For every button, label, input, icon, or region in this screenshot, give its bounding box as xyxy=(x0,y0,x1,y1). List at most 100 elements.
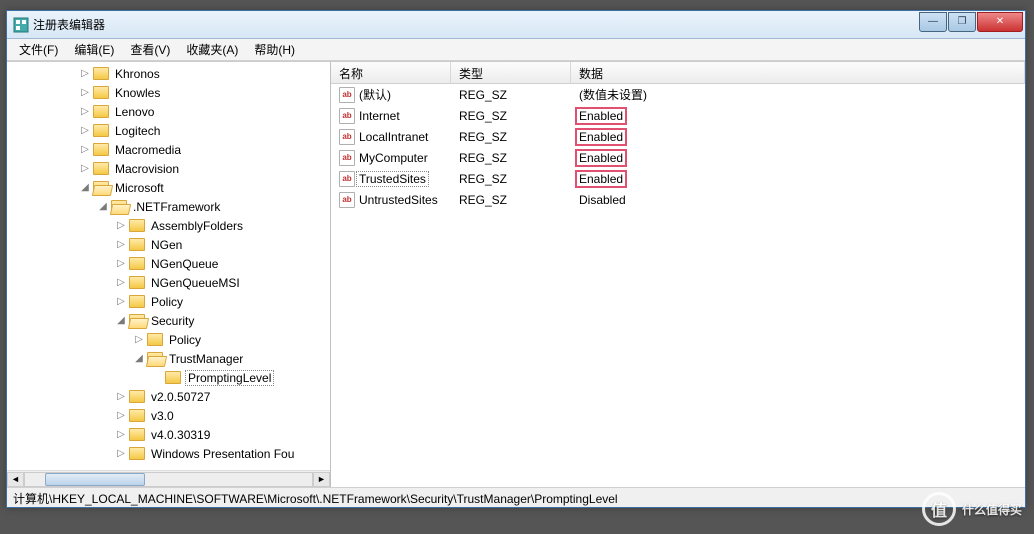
scroll-left-arrow[interactable]: ◄ xyxy=(7,472,24,487)
list-header: 名称 类型 数据 xyxy=(331,62,1025,84)
column-data[interactable]: 数据 xyxy=(571,62,1025,83)
value-row[interactable]: abUntrustedSitesREG_SZDisabled xyxy=(331,189,1025,210)
collapse-icon[interactable]: ◢ xyxy=(97,201,109,212)
tree-item[interactable]: ▷Lenovo xyxy=(7,102,330,121)
folder-icon xyxy=(147,352,163,365)
tree-item-label: NGenQueue xyxy=(149,257,220,271)
value-name-cell: ab LocalIntranet xyxy=(331,129,451,145)
value-row[interactable]: abLocalIntranetREG_SZEnabled xyxy=(331,126,1025,147)
string-value-icon: ab xyxy=(339,150,355,166)
expand-icon[interactable]: ▷ xyxy=(115,296,127,307)
maximize-button[interactable]: ❐ xyxy=(948,12,976,32)
folder-icon xyxy=(93,105,109,118)
values-pane[interactable]: 名称 类型 数据 ab(默认)REG_SZ(数值未设置)abInternetRE… xyxy=(331,62,1025,487)
folder-icon xyxy=(129,295,145,308)
value-name: TrustedSites xyxy=(356,171,429,187)
value-row[interactable]: abInternetREG_SZEnabled xyxy=(331,105,1025,126)
tree-item[interactable]: ▷ AssemblyFolders xyxy=(7,216,330,235)
string-value-icon: ab xyxy=(339,129,355,145)
tree-item[interactable]: ▷ Logitech xyxy=(7,121,330,140)
expand-icon[interactable]: ▷ xyxy=(115,258,127,269)
expand-icon[interactable]: ▷ xyxy=(79,144,91,155)
expand-icon[interactable]: ▷ xyxy=(79,163,91,174)
tree-pane[interactable]: ▷Khronos▷Knowles▷Lenovo▷Logitech▷Macrome… xyxy=(7,62,331,487)
tree-item[interactable]: PromptingLevel xyxy=(7,368,330,387)
value-row[interactable]: abMyComputerREG_SZEnabled xyxy=(331,147,1025,168)
tree-item-label: TrustManager xyxy=(167,352,245,366)
value-row[interactable]: abTrustedSitesREG_SZEnabled xyxy=(331,168,1025,189)
value-type: REG_SZ xyxy=(451,193,571,207)
tree-item[interactable]: ▷NGen xyxy=(7,235,330,254)
expand-icon[interactable]: ▷ xyxy=(79,87,91,98)
scroll-track[interactable] xyxy=(24,472,313,487)
column-name[interactable]: 名称 xyxy=(331,62,451,83)
menu-edit[interactable]: 编辑(E) xyxy=(66,39,122,60)
expand-icon[interactable]: ▷ xyxy=(115,429,127,440)
menu-help[interactable]: 帮助(H) xyxy=(246,39,303,60)
app-icon xyxy=(13,17,29,33)
tree-item[interactable]: ▷ NGenQueue xyxy=(7,254,330,273)
value-name-cell: abUntrustedSites xyxy=(331,192,451,208)
folder-icon xyxy=(129,276,145,289)
expand-icon[interactable]: ▷ xyxy=(79,106,91,117)
menu-view[interactable]: 查看(V) xyxy=(122,39,178,60)
value-data: (数值未设置) xyxy=(571,86,1025,103)
tree-item[interactable]: ▷Windows Presentation Fou xyxy=(7,444,330,463)
tree-item[interactable]: ◢.NETFramework xyxy=(7,197,330,216)
tree-item-label: AssemblyFolders xyxy=(149,219,245,233)
tree-item[interactable]: ▷NGenQueueMSI xyxy=(7,273,330,292)
expand-icon[interactable]: ▷ xyxy=(115,220,127,231)
scroll-right-arrow[interactable]: ► xyxy=(313,472,330,487)
menu-favorites[interactable]: 收藏夹(A) xyxy=(178,39,246,60)
value-name: MyComputer xyxy=(359,151,428,165)
expand-icon[interactable]: ▷ xyxy=(115,391,127,402)
registry-tree: ▷Khronos▷Knowles▷Lenovo▷Logitech▷Macrome… xyxy=(7,62,330,469)
watermark: 值 什么值得买 xyxy=(922,492,1022,526)
folder-icon xyxy=(93,181,109,194)
horizontal-scrollbar[interactable]: ◄ ► xyxy=(7,470,330,487)
value-name: Internet xyxy=(359,109,400,123)
tree-item[interactable]: ▷Macromedia xyxy=(7,140,330,159)
tree-item[interactable]: ▷Policy xyxy=(7,292,330,311)
close-button[interactable]: ✕ xyxy=(977,12,1023,32)
value-data: Enabled xyxy=(571,107,1025,125)
collapse-icon[interactable]: ◢ xyxy=(79,182,91,193)
tree-item-label: Logitech xyxy=(113,124,162,138)
menu-file[interactable]: 文件(F) xyxy=(11,39,66,60)
folder-icon xyxy=(129,257,145,270)
title-bar[interactable]: 注册表编辑器 — ❐ ✕ xyxy=(7,11,1025,39)
folder-icon xyxy=(147,333,163,346)
scroll-thumb[interactable] xyxy=(45,473,145,486)
tree-item[interactable]: ▷Khronos xyxy=(7,64,330,83)
tree-item[interactable]: ▷v3.0 xyxy=(7,406,330,425)
value-row[interactable]: ab(默认)REG_SZ(数值未设置) xyxy=(331,84,1025,105)
folder-icon xyxy=(93,162,109,175)
minimize-button[interactable]: — xyxy=(919,12,947,32)
value-type: REG_SZ xyxy=(451,151,571,165)
tree-item[interactable]: ▷Policy xyxy=(7,330,330,349)
expand-icon[interactable]: ▷ xyxy=(115,448,127,459)
expand-icon[interactable]: ▷ xyxy=(115,410,127,421)
value-name: LocalIntranet xyxy=(359,130,428,144)
tree-item[interactable]: ◢ TrustManager xyxy=(7,349,330,368)
collapse-icon[interactable]: ◢ xyxy=(115,315,127,326)
folder-icon xyxy=(93,67,109,80)
expand-icon[interactable]: ▷ xyxy=(133,334,145,345)
tree-item-label: PromptingLevel xyxy=(185,370,274,386)
value-name-cell: ab MyComputer xyxy=(331,150,451,166)
tree-item[interactable]: ◢Microsoft xyxy=(7,178,330,197)
value-type: REG_SZ xyxy=(451,130,571,144)
tree-item[interactable]: ◢Security xyxy=(7,311,330,330)
expand-icon[interactable]: ▷ xyxy=(115,239,127,250)
tree-item[interactable]: ▷Knowles xyxy=(7,83,330,102)
expand-icon[interactable]: ▷ xyxy=(79,68,91,79)
collapse-icon[interactable]: ◢ xyxy=(133,353,145,364)
expand-icon[interactable]: ▷ xyxy=(115,277,127,288)
watermark-icon: 值 xyxy=(922,492,956,526)
tree-item[interactable]: ▷v2.0.50727 xyxy=(7,387,330,406)
column-type[interactable]: 类型 xyxy=(451,62,571,83)
tree-item[interactable]: ▷Macrovision xyxy=(7,159,330,178)
expand-icon[interactable]: ▷ xyxy=(79,125,91,136)
watermark-text: 什么值得买 xyxy=(962,501,1022,518)
tree-item[interactable]: ▷v4.0.30319 xyxy=(7,425,330,444)
